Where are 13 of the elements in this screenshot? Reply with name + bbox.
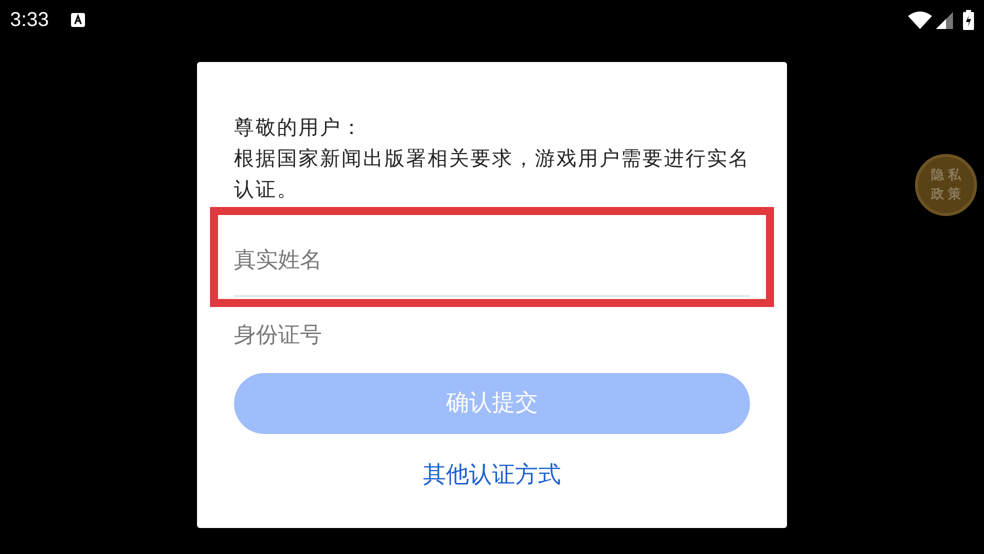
greeting-text: 尊敬的用户：: [234, 114, 364, 141]
text-field[interactable]: 真实姓名: [234, 225, 750, 297]
badge-label: 政策: [930, 186, 965, 204]
signal-icon: [936, 12, 953, 28]
keyboard-icon: [70, 13, 85, 27]
badge-label: 隐私: [930, 167, 965, 185]
text-field[interactable]: 身份证号: [234, 307, 750, 363]
message-text: 根据国家新闻出版署相关要求，游戏用户需要进行实名认证。: [234, 145, 751, 203]
status-time: 3:33: [10, 8, 49, 33]
alternative-link[interactable]: 其他认证方式: [423, 458, 561, 492]
wifi-icon: [908, 11, 932, 29]
battery-icon: [963, 10, 974, 30]
privacy-badge[interactable]: 隐私 政策: [915, 154, 977, 216]
